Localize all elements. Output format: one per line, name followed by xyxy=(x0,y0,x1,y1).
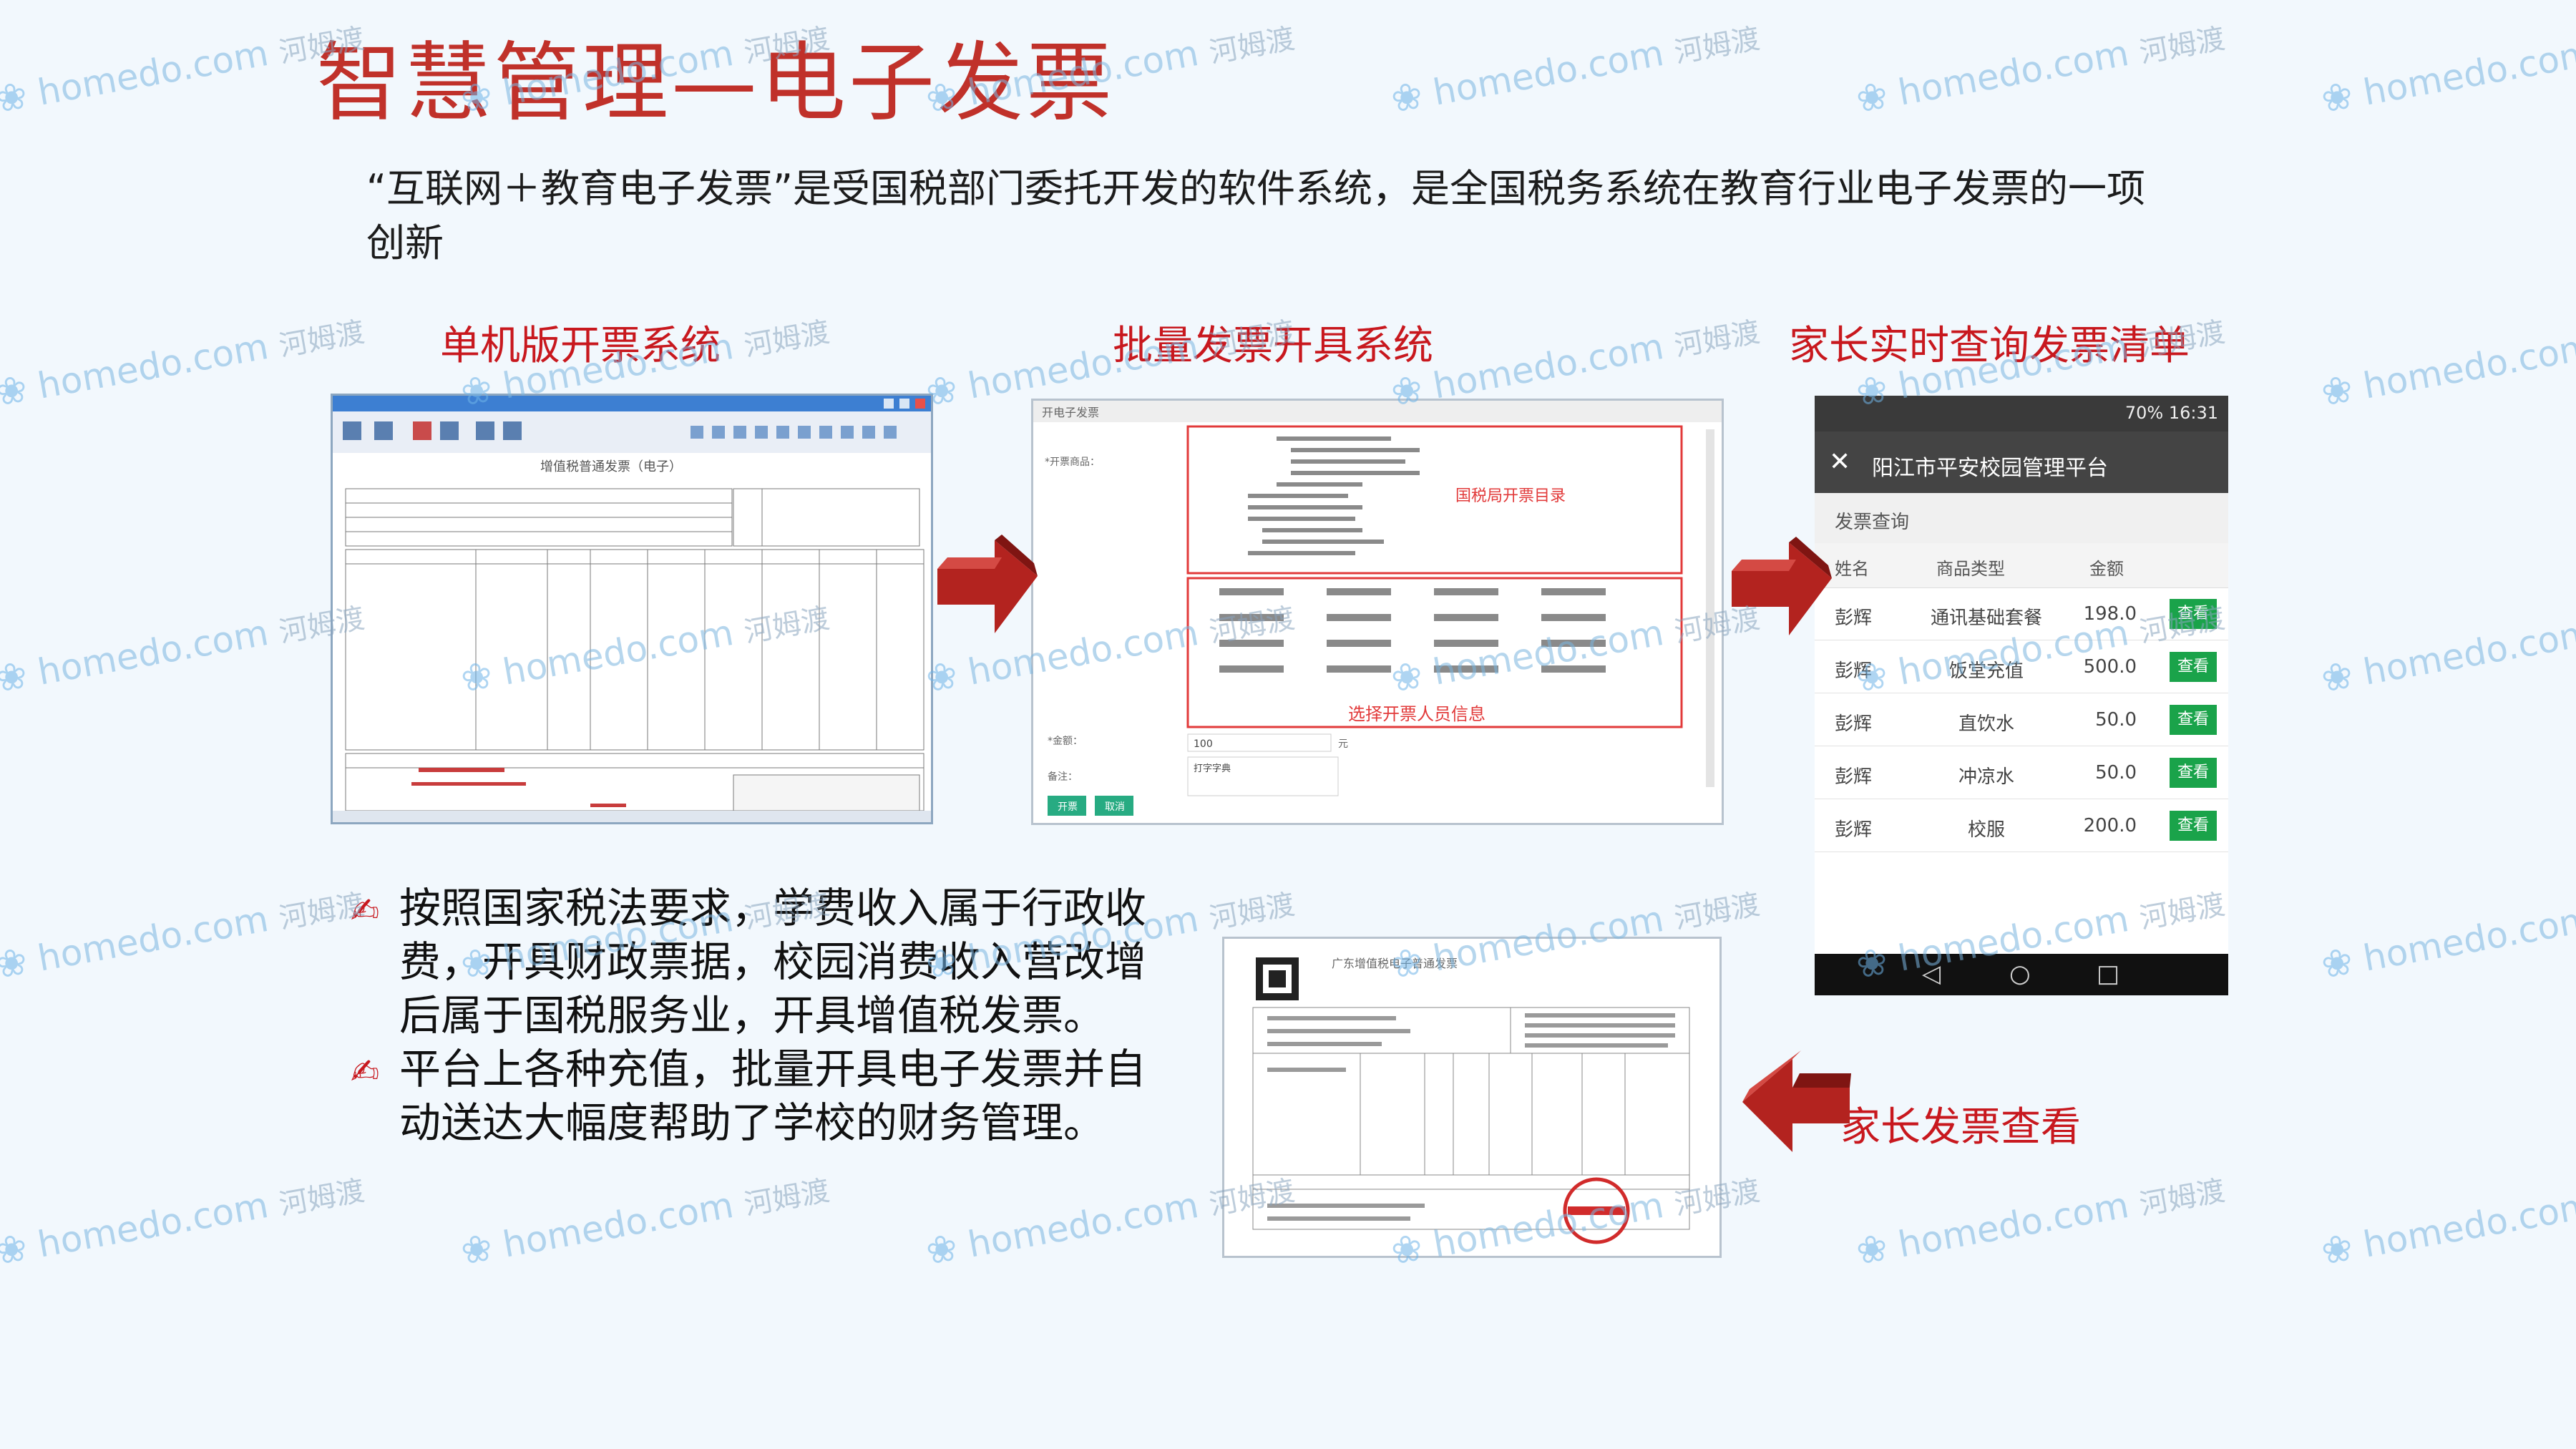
batch-window-drawing: 开电子发票 *开票商品： 国税局开票目录 选择开票人员信息 *金额： 100 元… xyxy=(1033,401,1722,816)
flower-icon: ❀ xyxy=(0,74,31,122)
flower-icon: ❀ xyxy=(2318,653,2356,701)
batch-amount-field[interactable]: 100 xyxy=(1194,738,1213,750)
flower-icon: ❀ xyxy=(457,1226,496,1274)
row-name: 彭辉 xyxy=(1835,713,1873,735)
row-type: 通讯基础套餐 xyxy=(1930,608,2042,629)
home-icon[interactable]: ○ xyxy=(2009,960,2031,988)
batch-label-goods: *开票商品： xyxy=(1045,457,1100,468)
flower-icon: ❀ xyxy=(0,1226,31,1274)
row-amount: 50.0 xyxy=(2095,709,2137,731)
watermark: ❀ homedo.com 河姆渡 xyxy=(2318,897,2576,987)
row-name: 彭辉 xyxy=(1835,819,1873,841)
batch-window-header: 开电子发票 xyxy=(1042,406,1099,419)
batch-window-screenshot: 开电子发票 *开票商品： 国税局开票目录 选择开票人员信息 *金额： 100 元… xyxy=(1031,399,1724,825)
flower-icon: ❀ xyxy=(922,653,961,701)
watermark: ❀ homedo.com 河姆渡 xyxy=(1853,1174,2228,1274)
row-amount: 50.0 xyxy=(2095,762,2137,784)
flower-icon: ❀ xyxy=(1387,74,1426,122)
intro-text: “互联网＋教育电子发票”是受国税部门委托开发的软件系统，是全国税务系统在教育行业… xyxy=(366,166,2145,265)
flower-icon: ❀ xyxy=(2318,367,2356,415)
row-type: 冲凉水 xyxy=(1958,766,2014,788)
view-invoice-button[interactable]: 查看 xyxy=(2170,811,2217,841)
flower-icon: ❀ xyxy=(457,653,496,701)
watermark: ❀ homedo.com 河姆渡 xyxy=(2318,1184,2576,1274)
close-icon[interactable]: ✕ xyxy=(1829,447,1850,477)
watermark: ❀ homedo.com 河姆渡 xyxy=(1387,22,1762,122)
phone-invoice-row: 彭辉 直饮水 50.0 查看 xyxy=(1815,693,2228,746)
flower-icon: ❀ xyxy=(922,940,961,987)
flower-icon: ❀ xyxy=(0,653,31,701)
flower-icon: ❀ xyxy=(2318,1226,2356,1274)
row-type: 校服 xyxy=(1967,819,2005,841)
batch-catalog-note: 国税局开票目录 xyxy=(1455,487,1566,505)
standalone-window-drawing: 增值税普通发票（电子） xyxy=(333,396,931,822)
flower-icon: ❀ xyxy=(2318,74,2356,122)
phone-invoice-row: 彭辉 冲凉水 50.0 查看 xyxy=(1815,746,2228,799)
flower-icon: ❀ xyxy=(1853,940,1891,987)
flower-icon: ❀ xyxy=(1853,367,1891,415)
flower-icon: ❀ xyxy=(922,74,961,122)
flower-icon: ❀ xyxy=(922,367,961,415)
view-invoice-button[interactable]: 查看 xyxy=(2170,652,2217,682)
flower-icon: ❀ xyxy=(2318,940,2356,987)
watermark: ❀ homedo.com 河姆渡 xyxy=(0,594,367,701)
view-invoice-button[interactable]: 查看 xyxy=(2170,758,2217,788)
watermark: ❀ homedo.com 河姆渡 xyxy=(2318,611,2576,701)
batch-remark-field[interactable]: 打字字典 xyxy=(1194,763,1231,774)
phone-table-header: 姓名 商品类型 金额 xyxy=(1815,543,2228,588)
row-type: 直饮水 xyxy=(1958,713,2014,735)
batch-label-amount: *金额： xyxy=(1048,736,1083,747)
arrow-left xyxy=(1742,1050,1851,1152)
svg-text:开票: 开票 xyxy=(1058,801,1078,813)
flower-icon: ❀ xyxy=(457,367,496,415)
view-invoice-button[interactable]: 查看 xyxy=(2170,705,2217,735)
phone-app-title: 阳江市平安校园管理平台 xyxy=(1872,456,2108,481)
phone-app-bar: ✕ 阳江市平安校园管理平台 xyxy=(1815,431,2228,493)
flower-icon: ❀ xyxy=(1853,74,1891,122)
watermark: ❀ homedo.com 河姆渡 xyxy=(0,1166,367,1274)
flower-icon: ❀ xyxy=(0,940,31,987)
pen-bullet-icon: ✍ xyxy=(351,1052,380,1092)
flower-icon: ❀ xyxy=(1387,1226,1426,1274)
svg-text:取消: 取消 xyxy=(1105,801,1125,813)
watermark: ❀ homedo.com 河姆渡 xyxy=(1853,22,2228,122)
batch-people-note: 选择开票人员信息 xyxy=(1348,704,1485,724)
flower-icon: ❀ xyxy=(1387,367,1426,415)
row-name: 彭辉 xyxy=(1835,766,1873,788)
bullet-item: ✍ 平台上各种充值，批量开具电子发票并自动送达大幅度帮助了学校的财务管理。 xyxy=(351,1045,1147,1147)
arrow-right-1 xyxy=(937,535,1038,633)
batch-label-remark: 备注： xyxy=(1048,771,1078,783)
batch-unit: 元 xyxy=(1338,738,1348,750)
watermark: ❀ homedo.com 河姆渡 xyxy=(2318,325,2576,415)
watermark: ❀ homedo.com 河姆渡 xyxy=(457,1174,832,1274)
standalone-window-screenshot: 增值税普通发票（电子） xyxy=(331,394,933,824)
flower-icon: ❀ xyxy=(0,367,31,415)
watermark: ❀ homedo.com 河姆渡 xyxy=(0,880,367,987)
flower-icon: ❀ xyxy=(922,1226,961,1274)
section-parent-view-label: 家长发票查看 xyxy=(1840,1104,2081,1151)
watermark: ❀ homedo.com 河姆渡 xyxy=(0,14,367,122)
watermark: ❀ homedo.com 河姆渡 xyxy=(0,308,367,415)
flower-icon: ❀ xyxy=(1387,653,1426,701)
flower-icon: ❀ xyxy=(457,940,496,987)
row-amount: 200.0 xyxy=(2083,815,2137,836)
flower-icon: ❀ xyxy=(1387,940,1426,987)
phone-invoice-row: 彭辉 校服 200.0 查看 xyxy=(1815,799,2228,852)
standalone-window-title: 增值税普通发票（电子） xyxy=(540,459,682,474)
watermark: ❀ homedo.com 河姆渡 xyxy=(2318,31,2576,122)
recents-icon[interactable]: □ xyxy=(2097,960,2119,988)
phone-status-text: 70% 16:31 xyxy=(2124,403,2218,423)
flower-icon: ❀ xyxy=(1853,1226,1891,1274)
flower-icon: ❀ xyxy=(1853,653,1891,701)
flower-icon: ❀ xyxy=(457,74,496,122)
